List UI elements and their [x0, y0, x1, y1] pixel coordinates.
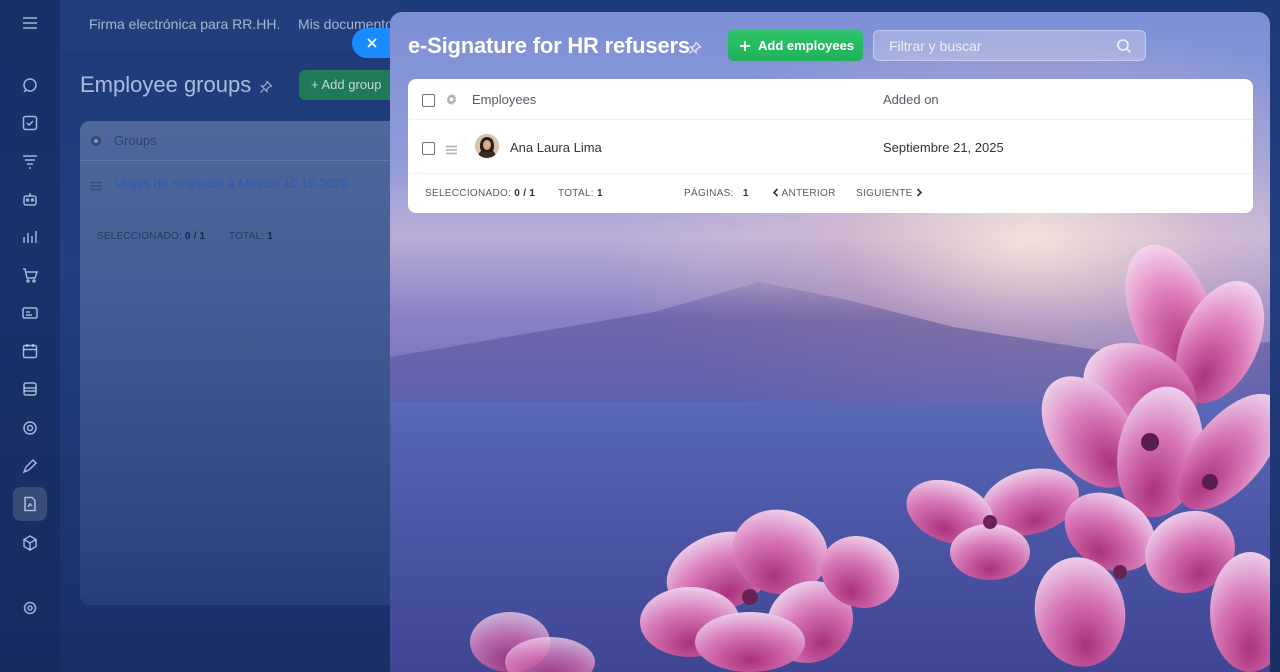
gear-icon[interactable] [89, 134, 103, 148]
pages-value: 1 [742, 188, 749, 199]
pages-counter: PÁGINAS: 1 [684, 188, 749, 199]
total-label: TOTAL: [228, 231, 265, 242]
total-value: 1 [596, 188, 603, 199]
previous-label: ANTERIOR [781, 188, 836, 199]
add-group-button[interactable]: + Add group [299, 70, 399, 100]
select-all-checkbox[interactable] [422, 94, 435, 107]
plus-icon [740, 40, 750, 51]
tasks-icon[interactable] [20, 113, 40, 133]
id-card-icon[interactable] [20, 303, 40, 323]
drag-handle-icon[interactable] [445, 142, 458, 155]
next-label: SIGUIENTE [856, 188, 913, 199]
close-icon [367, 38, 377, 48]
total-counter: TOTAL: 1 [558, 188, 603, 199]
gear-icon[interactable] [445, 93, 458, 106]
selected-label: SELECCIONADO: [97, 231, 182, 242]
add-employees-label: Add employees [758, 38, 855, 53]
cube-icon[interactable] [20, 533, 40, 553]
added-on-date: Septiembre 21, 2025 [883, 140, 1004, 155]
next-page-button[interactable]: SIGUIENTE [856, 188, 923, 199]
left-sidebar [0, 0, 60, 672]
row-checkbox[interactable] [422, 142, 435, 155]
groups-grid-header: Groups [80, 121, 400, 161]
pin-icon[interactable] [259, 80, 273, 94]
groups-grid: Groups Viajes de negocios a México 10.10… [80, 121, 400, 605]
search-input[interactable] [874, 31, 1104, 60]
selected-counter: SELECCIONADO: 0 / 1 [425, 188, 535, 199]
search-icon[interactable] [1116, 38, 1132, 54]
total-value: 1 [267, 231, 273, 242]
pages-label: PÁGINAS: [684, 188, 734, 199]
nav-item-firma[interactable]: Firma electrónica para RR.HH. [89, 16, 280, 32]
total-label: TOTAL: [558, 188, 594, 199]
column-header-added-on[interactable]: Added on [883, 92, 939, 107]
avatar[interactable] [475, 134, 499, 158]
settings-icon[interactable] [20, 598, 40, 618]
groups-grid-footer: SELECCIONADO: 0 / 1 TOTAL: 1 [97, 231, 273, 242]
employees-grid: Employees Added on Ana Laura Lima Septie… [408, 79, 1253, 213]
table-row: Ana Laura Lima Septiembre 21, 2025 [408, 120, 1253, 174]
e-signature-icon[interactable] [13, 487, 47, 521]
robot-icon[interactable] [20, 189, 40, 209]
target-icon[interactable] [20, 418, 40, 438]
grid-footer: SELECCIONADO: 0 / 1 TOTAL: 1 PÁGINAS: 1 … [408, 174, 1253, 213]
pin-icon[interactable] [688, 41, 702, 55]
filter-icon[interactable] [20, 151, 40, 171]
group-link[interactable]: Viajes de negocios a México 10.10.2025 [115, 176, 348, 191]
cart-icon[interactable] [20, 265, 40, 285]
previous-page-button[interactable]: ANTERIOR [772, 188, 836, 199]
add-employees-button[interactable]: Add employees [728, 30, 863, 61]
page-title: Employee groups [80, 72, 252, 97]
employee-name[interactable]: Ana Laura Lima [510, 140, 602, 155]
archive-icon[interactable] [20, 379, 40, 399]
selected-value: 0 / 1 [514, 188, 536, 199]
menu-icon[interactable] [20, 13, 40, 33]
selected-label: SELECCIONADO: [425, 188, 512, 199]
add-group-label: Add group [321, 77, 382, 92]
search-box [873, 30, 1146, 61]
grid-header: Employees Added on [408, 79, 1253, 120]
top-navigation: Firma electrónica para RR.HH. Mis docume… [60, 0, 400, 50]
calendar-icon[interactable] [20, 341, 40, 361]
chat-icon[interactable] [20, 75, 40, 95]
selected-value: 0 / 1 [184, 231, 206, 242]
chevron-right-icon [916, 188, 922, 197]
analytics-icon[interactable] [20, 227, 40, 247]
chevron-left-icon [772, 188, 779, 197]
column-header-employees[interactable]: Employees [472, 92, 536, 107]
groups-column-header: Groups [114, 133, 157, 148]
slider-title: e-Signature for HR refusers [408, 33, 690, 58]
slider-panel: e-Signature for HR refusers Add employee… [390, 12, 1270, 672]
drag-handle-icon[interactable] [89, 178, 103, 191]
pen-icon[interactable] [20, 456, 40, 476]
